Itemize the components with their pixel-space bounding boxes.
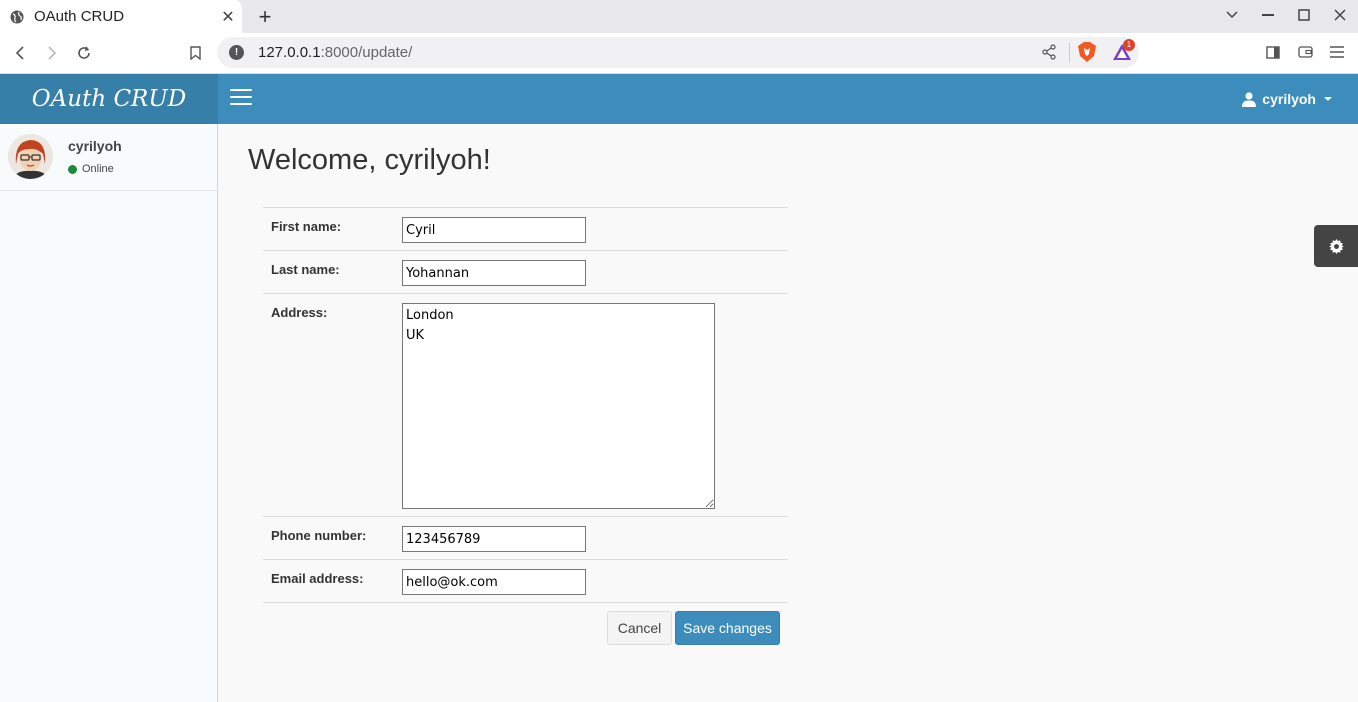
browser-tabbar: OAuth CRUD ✕ + xyxy=(0,0,1358,33)
update-form: First name: Last name: Address: Phone nu… xyxy=(263,207,788,603)
address-textarea[interactable] xyxy=(402,303,715,509)
page-title: Welcome, cyrilyoh! xyxy=(248,144,491,176)
user-menu-label: cyrilyoh xyxy=(1262,91,1316,107)
gear-icon xyxy=(1328,238,1344,254)
user-status: Online xyxy=(68,163,114,175)
address-row: Address: xyxy=(263,294,788,517)
globe-icon xyxy=(10,10,24,23)
maximize-icon[interactable] xyxy=(1286,0,1322,30)
info-icon[interactable]: ! xyxy=(229,45,244,60)
user-icon xyxy=(1242,91,1257,107)
reload-icon[interactable] xyxy=(72,41,96,65)
close-icon[interactable]: ✕ xyxy=(214,7,242,27)
url-path: :8000/update/ xyxy=(320,44,413,61)
user-menu[interactable]: cyrilyoh xyxy=(1242,91,1332,107)
last-name-row: Last name: xyxy=(263,251,788,294)
plus-icon[interactable]: + xyxy=(254,4,276,30)
app-navbar: cyrilyoh xyxy=(218,74,1358,124)
first-name-input[interactable] xyxy=(402,217,586,243)
status-label: Online xyxy=(82,163,114,175)
share-icon[interactable] xyxy=(1041,44,1057,60)
address-bar[interactable]: ! 127.0.0.1:8000/update/ 1 xyxy=(217,37,1139,68)
url-text: 127.0.0.1:8000/update/ xyxy=(258,44,412,61)
forward-icon[interactable] xyxy=(40,41,64,65)
cancel-button[interactable]: Cancel xyxy=(607,611,672,645)
browser-toolbar: ! 127.0.0.1:8000/update/ 1 xyxy=(0,33,1358,74)
window-controls xyxy=(1214,0,1358,33)
phone-row: Phone number: xyxy=(263,517,788,560)
app-logo[interactable]: OAuth CRUD xyxy=(0,74,218,124)
tab-title: OAuth CRUD xyxy=(34,8,125,25)
email-input[interactable] xyxy=(402,569,586,595)
caret-down-icon xyxy=(1324,97,1332,101)
sidebar: cyrilyoh Online xyxy=(0,124,218,702)
status-dot-icon xyxy=(68,164,77,174)
browser-tab[interactable]: OAuth CRUD ✕ xyxy=(0,0,242,33)
browser-right-tools xyxy=(1264,43,1346,61)
email-label: Email address: xyxy=(271,571,364,586)
phone-input[interactable] xyxy=(402,526,586,552)
menu-icon[interactable] xyxy=(1328,43,1346,61)
address-label: Address: xyxy=(271,305,328,320)
minimize-icon[interactable] xyxy=(1250,0,1286,30)
user-panel: cyrilyoh Online xyxy=(0,124,217,191)
window-close-icon[interactable] xyxy=(1322,0,1358,30)
back-icon[interactable] xyxy=(8,41,32,65)
url-host: 127.0.0.1 xyxy=(258,44,321,61)
hamburger-icon[interactable] xyxy=(230,89,252,109)
url-divider xyxy=(1069,43,1070,62)
phone-label: Phone number: xyxy=(271,528,367,543)
settings-toggle[interactable] xyxy=(1314,225,1358,267)
first-name-label: First name: xyxy=(271,219,342,234)
avatar xyxy=(8,134,53,179)
sidebar-icon[interactable] xyxy=(1264,43,1282,61)
rewards-badge: 1 xyxy=(1123,39,1135,51)
save-changes-button[interactable]: Save changes xyxy=(675,611,780,645)
bookmark-icon[interactable] xyxy=(183,41,207,65)
email-row: Email address: xyxy=(263,560,788,603)
sidebar-user-name: cyrilyoh xyxy=(68,138,122,154)
wallet-icon[interactable] xyxy=(1296,43,1314,61)
last-name-label: Last name: xyxy=(271,262,340,277)
last-name-input[interactable] xyxy=(402,260,586,286)
first-name-row: First name: xyxy=(263,208,788,251)
brave-shield-icon[interactable] xyxy=(1078,42,1096,62)
chevron-down-icon[interactable] xyxy=(1214,0,1250,30)
